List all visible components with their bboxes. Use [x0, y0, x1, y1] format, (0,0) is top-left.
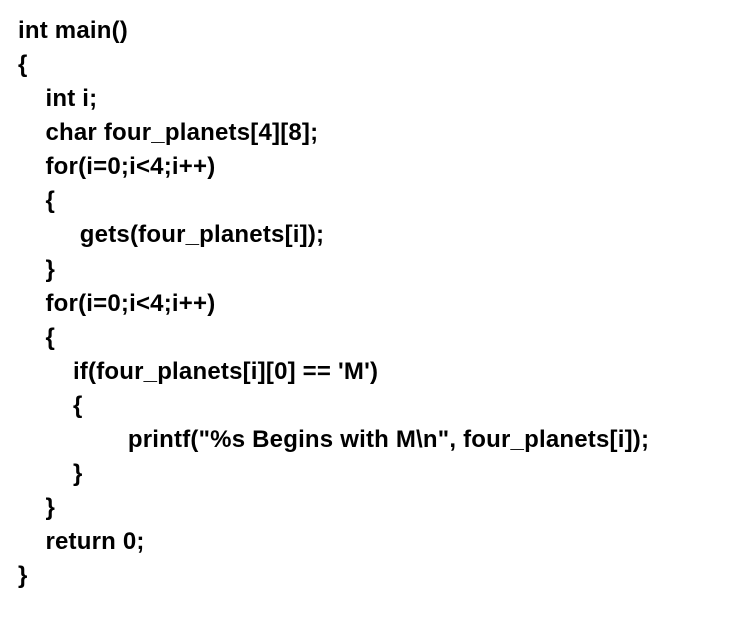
code-line: }	[18, 562, 28, 589]
code-line: {	[18, 51, 28, 78]
code-line: {	[18, 392, 82, 419]
code-line: }	[18, 494, 55, 521]
code-line: {	[18, 324, 55, 351]
code-line: int i;	[18, 85, 97, 112]
code-line: int main()	[18, 17, 128, 44]
code-line: {	[18, 187, 55, 214]
code-line: if(four_planets[i][0] == 'M')	[18, 358, 378, 385]
code-line: for(i=0;i<4;i++)	[18, 153, 215, 180]
code-line: gets(four_planets[i]);	[18, 221, 324, 248]
code-line: for(i=0;i<4;i++)	[18, 290, 215, 317]
code-line: printf("%s Begins with M\n", four_planet…	[18, 426, 649, 453]
code-line: return 0;	[18, 528, 145, 555]
code-block: int main() { int i; char four_planets[4]…	[18, 14, 738, 593]
code-line: char four_planets[4][8];	[18, 119, 318, 146]
code-line: }	[18, 460, 82, 487]
code-line: }	[18, 256, 55, 283]
